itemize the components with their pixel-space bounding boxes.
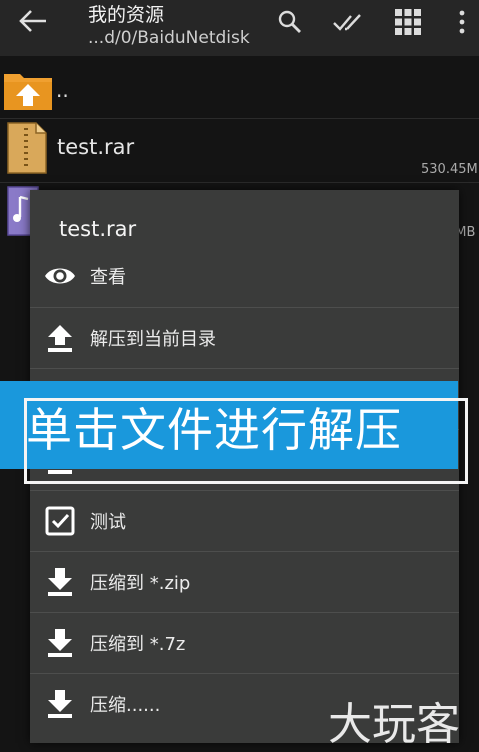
menu-item-label: 压缩到 *.zip xyxy=(90,573,191,594)
menu-item-compress-zip[interactable]: 压缩到 *.zip xyxy=(30,551,459,613)
parent-folder-label: .. xyxy=(56,78,69,102)
menu-item-compress-7z[interactable]: 压缩到 *.7z xyxy=(30,612,459,674)
file-size: 530.45MB xyxy=(421,162,479,177)
back-arrow-icon[interactable] xyxy=(16,6,50,36)
download-icon xyxy=(48,629,72,657)
file-row[interactable]: test.rar 530.45MB xyxy=(0,118,479,183)
tutorial-banner: 单击文件进行解压 xyxy=(0,381,458,469)
toolbar-path: ...d/0/BaiduNetdisk xyxy=(88,28,250,48)
grid-view-icon[interactable] xyxy=(394,8,422,36)
menu-item-extract-here[interactable]: 解压到当前目录 xyxy=(30,307,459,369)
eye-icon xyxy=(45,268,75,284)
dialog-title: test.rar xyxy=(59,217,137,241)
app-toolbar: 我的资源 ...d/0/BaiduNetdisk xyxy=(0,0,479,56)
checkbox-icon xyxy=(45,506,75,536)
download-icon xyxy=(48,690,72,718)
menu-item-label: 解压到当前目录 xyxy=(90,329,216,350)
menu-item-test[interactable]: 测试 xyxy=(30,490,459,552)
menu-item-label: 查看 xyxy=(90,267,126,288)
menu-item-label: 压缩...... xyxy=(90,695,161,716)
menu-item-label: 压缩到 *.7z xyxy=(90,634,186,655)
archive-file-icon xyxy=(7,122,47,174)
download-icon xyxy=(48,568,72,596)
more-vert-icon[interactable] xyxy=(454,8,470,36)
search-icon[interactable] xyxy=(276,8,304,36)
tutorial-banner-text: 单击文件进行解压 xyxy=(26,403,402,457)
parent-folder-row[interactable]: .. xyxy=(0,62,479,118)
upload-icon xyxy=(48,325,72,352)
watermark: 大玩客 xyxy=(328,699,460,750)
toolbar-title: 我的资源 xyxy=(88,4,165,26)
select-all-check-icon[interactable] xyxy=(332,8,366,36)
menu-item-view[interactable]: 查看 xyxy=(30,246,459,307)
file-name: test.rar xyxy=(57,135,135,159)
menu-item-label: 测试 xyxy=(90,512,126,533)
folder-up-icon xyxy=(4,74,52,110)
